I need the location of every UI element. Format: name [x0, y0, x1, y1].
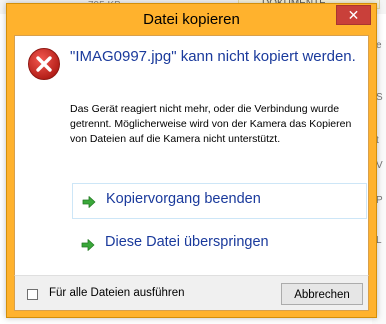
- background-right-char: S: [376, 92, 383, 103]
- skip-file-label: Diese Datei überspringen: [105, 234, 269, 250]
- error-message: "IMAG0997.jpg" kann nicht kopiert werden…: [70, 48, 356, 65]
- dialog-footer: Für alle Dateien ausführen Abbrechen: [14, 275, 369, 311]
- apply-all-checkbox[interactable]: [27, 289, 38, 300]
- close-button[interactable]: ✕: [336, 5, 371, 25]
- dialog-title: Datei kopieren: [143, 11, 240, 28]
- dialog-content: "IMAG0997.jpg" kann nicht kopiert werden…: [14, 35, 369, 275]
- green-arrow-icon: [81, 239, 95, 251]
- close-icon: ✕: [347, 7, 360, 23]
- green-arrow-icon: [82, 196, 96, 208]
- error-icon: [28, 48, 60, 80]
- file-copy-dialog: Datei kopieren ✕ "IMAG0997.jpg" kann nic…: [6, 3, 377, 318]
- apply-all-label[interactable]: Für alle Dateien ausführen: [49, 287, 185, 299]
- skip-file-option[interactable]: Diese Datei überspringen: [72, 227, 367, 263]
- error-description: Das Gerät reagiert nicht mehr, oder die …: [70, 103, 352, 145]
- background-right-char: P: [376, 195, 383, 206]
- stop-copy-option[interactable]: Kopiervorgang beenden: [72, 183, 367, 219]
- background-right-char: V: [376, 160, 383, 171]
- title-bar[interactable]: Datei kopieren ✕: [7, 4, 376, 35]
- cancel-button[interactable]: Abbrechen: [281, 283, 363, 305]
- stop-copy-label: Kopiervorgang beenden: [106, 191, 261, 207]
